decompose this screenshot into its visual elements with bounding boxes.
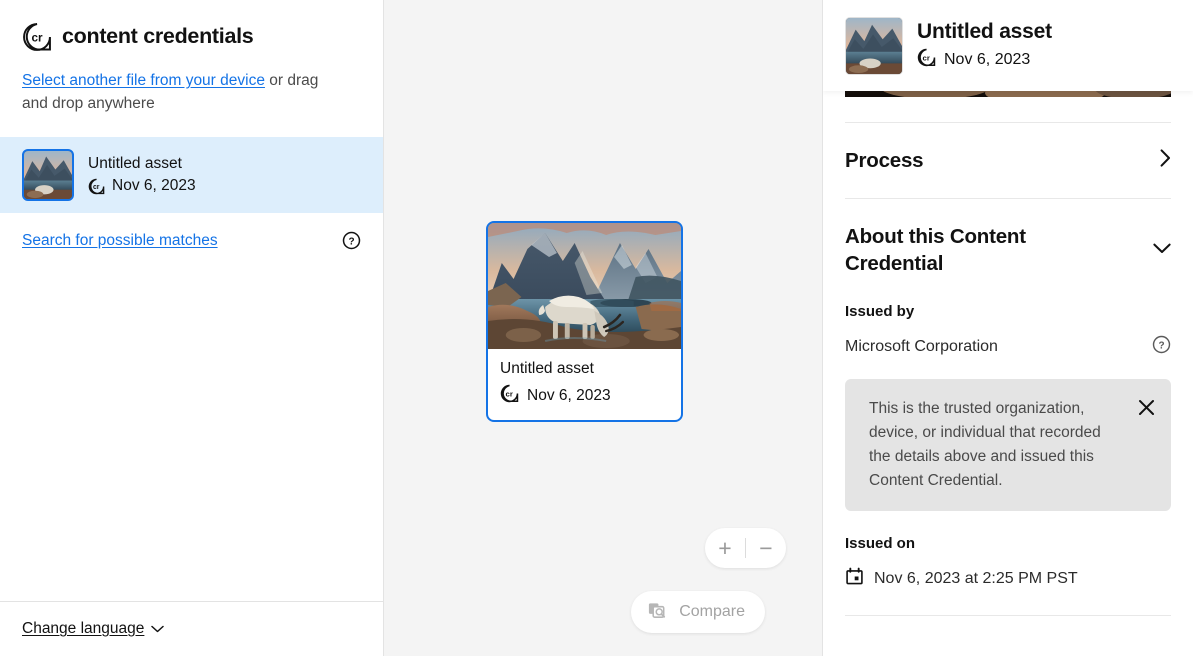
details-sticky-header: Untitled asset cr Nov 6, 2023 bbox=[823, 0, 1193, 91]
file-date-row: cr Nov 6, 2023 bbox=[88, 176, 196, 196]
compare-button[interactable]: Compare bbox=[631, 591, 765, 633]
asset-card-image bbox=[488, 223, 681, 349]
details-header-meta: Untitled asset cr Nov 6, 2023 bbox=[917, 20, 1052, 72]
asset-card-body: Untitled asset cr Nov 6, 2023 bbox=[488, 349, 681, 420]
section-process[interactable]: Process bbox=[845, 123, 1171, 198]
issued-on-label: Issued on bbox=[845, 535, 1171, 552]
close-x-icon[interactable] bbox=[1138, 399, 1155, 419]
svg-text:cr: cr bbox=[923, 53, 930, 62]
cr-badge-icon: cr bbox=[500, 384, 519, 408]
asset-card-date: Nov 6, 2023 bbox=[527, 387, 611, 405]
calendar-icon bbox=[845, 567, 864, 591]
cr-badge-icon: cr bbox=[88, 178, 105, 195]
tooltip-text: This is the trusted organization, device… bbox=[869, 397, 1109, 493]
issued-on-value: Nov 6, 2023 at 2:25 PM PST bbox=[874, 570, 1078, 588]
svg-text:cr: cr bbox=[506, 389, 513, 398]
file-date: Nov 6, 2023 bbox=[112, 176, 196, 196]
cr-badge-icon: cr bbox=[917, 48, 936, 72]
select-file-prompt: Select another file from your device or … bbox=[0, 52, 360, 115]
asset-card-date-row: cr Nov 6, 2023 bbox=[500, 384, 669, 408]
section-process-title: Process bbox=[845, 147, 923, 174]
scrolled-asset-preview-sliver bbox=[845, 91, 1171, 97]
file-meta: Untitled asset cr Nov 6, 2023 bbox=[88, 154, 196, 196]
zoom-in-button[interactable]: + bbox=[705, 528, 745, 568]
asset-canvas[interactable]: Untitled asset cr Nov 6, 2023 + − bbox=[384, 0, 823, 656]
svg-text:?: ? bbox=[1158, 341, 1164, 352]
details-sidebar: Untitled asset cr Nov 6, 2023 Process bbox=[823, 0, 1193, 656]
zoom-controls: + − bbox=[705, 528, 786, 568]
details-header-title: Untitled asset bbox=[917, 20, 1052, 44]
details-header-thumbnail bbox=[845, 17, 903, 75]
issued-by-tooltip: This is the trusted organization, device… bbox=[845, 379, 1171, 511]
svg-text:?: ? bbox=[348, 237, 354, 248]
zoom-out-button[interactable]: − bbox=[746, 528, 786, 568]
asset-card[interactable]: Untitled asset cr Nov 6, 2023 bbox=[486, 221, 683, 422]
section-about-title: About this Content Credential bbox=[845, 223, 1105, 277]
change-language-link[interactable]: Change language bbox=[22, 620, 144, 638]
cr-logo-icon: cr bbox=[22, 22, 52, 52]
brand-header: cr content credentials bbox=[0, 0, 383, 52]
search-possible-matches-link[interactable]: Search for possible matches bbox=[22, 232, 218, 250]
chevron-down-icon[interactable] bbox=[1153, 241, 1171, 259]
file-list: Untitled asset cr Nov 6, 2023 bbox=[0, 137, 383, 213]
issued-by-value: Microsoft Corporation bbox=[845, 338, 998, 356]
divider bbox=[845, 615, 1171, 616]
compare-images-icon bbox=[647, 600, 668, 624]
svg-text:cr: cr bbox=[93, 184, 100, 191]
chevron-right-icon[interactable] bbox=[1160, 149, 1171, 172]
chevron-down-icon[interactable] bbox=[151, 620, 164, 638]
section-about-content-credential[interactable]: About this Content Credential bbox=[845, 199, 1171, 301]
compare-label: Compare bbox=[679, 603, 745, 621]
details-body: Process About this Content Credential Is… bbox=[823, 97, 1193, 656]
question-mark-circle-icon[interactable]: ? bbox=[342, 231, 361, 250]
file-thumbnail bbox=[22, 149, 74, 201]
issued-on-row: Nov 6, 2023 at 2:25 PM PST bbox=[845, 567, 1171, 591]
search-matches-row: Search for possible matches ? bbox=[0, 213, 383, 250]
issued-by-label: Issued by bbox=[845, 303, 1171, 320]
left-panel-footer: Change language bbox=[0, 601, 383, 656]
select-another-file-link[interactable]: Select another file from your device bbox=[22, 72, 265, 89]
brand-title: content credentials bbox=[62, 26, 253, 48]
issued-by-row: Microsoft Corporation ? bbox=[845, 335, 1171, 359]
details-header-date: Nov 6, 2023 bbox=[944, 51, 1030, 69]
file-name: Untitled asset bbox=[88, 154, 196, 173]
left-panel-spacer bbox=[0, 250, 383, 601]
file-list-item-untitled-asset[interactable]: Untitled asset cr Nov 6, 2023 bbox=[0, 137, 383, 213]
svg-text:cr: cr bbox=[31, 32, 43, 45]
left-sidebar: cr content credentials Select another fi… bbox=[0, 0, 384, 656]
question-mark-circle-icon[interactable]: ? bbox=[1152, 335, 1171, 359]
content-credentials-app: cr content credentials Select another fi… bbox=[0, 0, 1193, 656]
asset-card-name: Untitled asset bbox=[500, 359, 669, 379]
details-header-date-row: cr Nov 6, 2023 bbox=[917, 48, 1052, 72]
